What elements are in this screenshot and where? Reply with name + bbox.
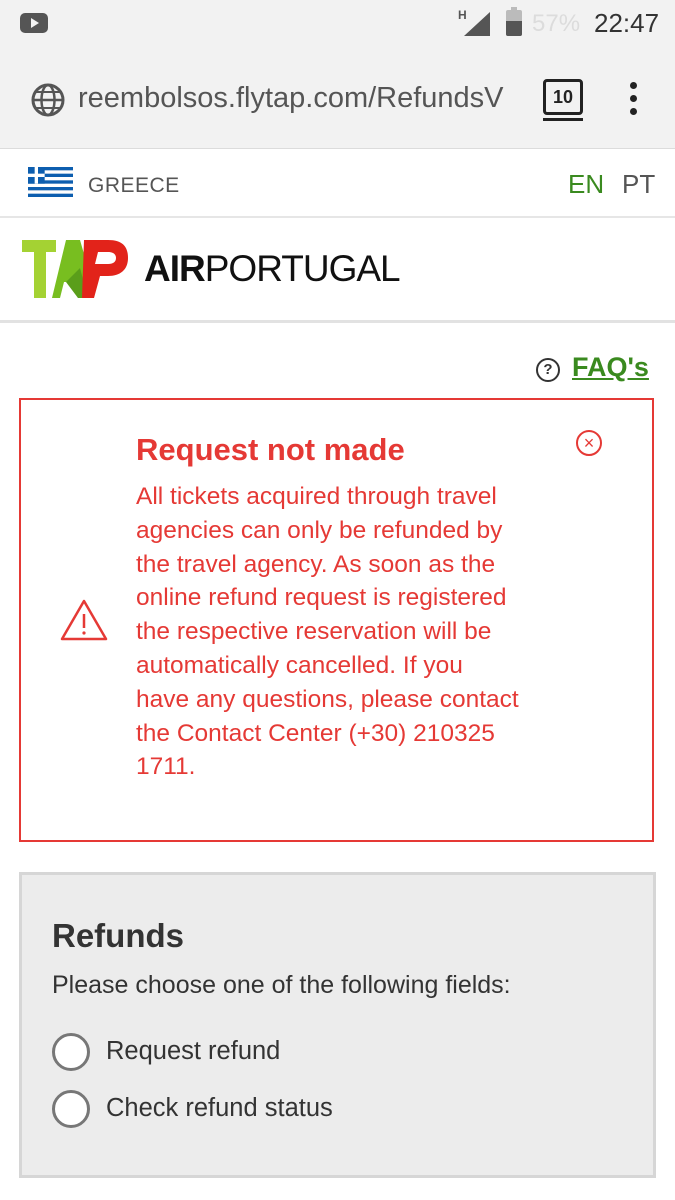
site-header: AIRPORTUGAL: [0, 218, 675, 323]
overflow-menu-icon[interactable]: [628, 82, 638, 118]
battery-icon: [506, 7, 522, 36]
error-title: Request not made: [136, 432, 405, 467]
globe-icon: [31, 83, 65, 117]
battery-percent: 57%: [532, 10, 581, 37]
radio-label[interactable]: Check refund status: [106, 1094, 333, 1123]
brand-name: AIRPORTUGAL: [144, 248, 401, 289]
radio-button[interactable]: [52, 1033, 90, 1071]
language-pt[interactable]: PT: [622, 169, 655, 200]
radio-label[interactable]: Request refund: [106, 1037, 280, 1066]
refunds-title: Refunds: [52, 917, 184, 954]
signal-icon: [464, 12, 490, 36]
tap-logo[interactable]: [22, 238, 130, 300]
country-selector[interactable]: GREECE: [88, 174, 180, 198]
clock: 22:47: [594, 8, 660, 38]
warning-icon: [60, 599, 108, 641]
help-icon: ?: [536, 358, 560, 382]
error-alert: × Request not made All tickets acquired …: [19, 398, 654, 842]
url-field[interactable]: reembolsos.flytap.com/RefundsV: [78, 82, 518, 115]
browser-toolbar: reembolsos.flytap.com/RefundsV 10: [0, 48, 675, 149]
refunds-instructions: Please choose one of the following field…: [52, 971, 511, 999]
country-bar: GREECE EN PT: [0, 150, 675, 218]
error-message: All tickets acquired through travel agen…: [136, 483, 519, 781]
greece-flag-icon: [28, 167, 73, 197]
language-en[interactable]: EN: [568, 169, 604, 200]
status-bar: H 57% 22:47: [0, 0, 675, 48]
faq-link[interactable]: FAQ's: [572, 352, 649, 383]
youtube-notification-icon: [20, 13, 48, 33]
refunds-panel: Refunds Please choose one of the followi…: [19, 872, 656, 1178]
close-icon[interactable]: ×: [576, 430, 602, 456]
radio-button[interactable]: [52, 1090, 90, 1128]
tab-switcher-button[interactable]: 10: [543, 79, 583, 121]
